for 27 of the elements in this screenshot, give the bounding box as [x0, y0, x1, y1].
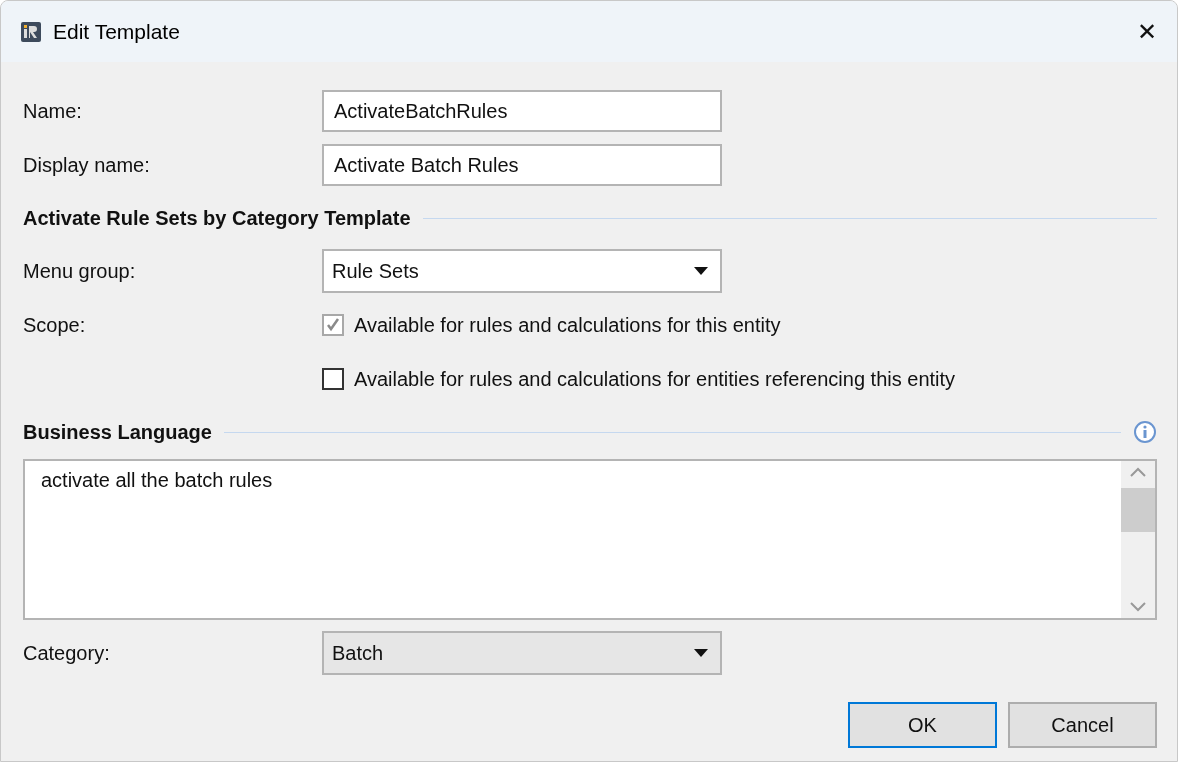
field-label: Scope:	[23, 313, 87, 337]
input-field[interactable]: ActivateBatchRules	[322, 90, 722, 132]
field-label: Menu group:	[23, 259, 137, 283]
text-area-content: activate all the batch rules	[40, 468, 274, 493]
window-title: Edit Template	[53, 19, 180, 44]
scrollbar-thumb[interactable]	[1121, 487, 1155, 532]
dropdown[interactable]: Batch	[322, 631, 722, 675]
input-field[interactable]: Activate Batch Rules	[322, 144, 722, 186]
dropdown-arrow-icon	[694, 649, 708, 657]
text-area[interactable]: activate all the batch rules	[23, 459, 1157, 620]
chevron-down-icon[interactable]	[1130, 602, 1146, 612]
cancel-button[interactable]: Cancel	[1008, 702, 1157, 748]
section-title: Activate Rule Sets by Category Template	[23, 206, 411, 230]
field-label: Display name:	[23, 153, 151, 177]
field-label: Name:	[23, 99, 83, 123]
close-button[interactable]: ✕	[1117, 1, 1177, 62]
ok-button[interactable]: OK	[848, 702, 997, 748]
dropdown-arrow-icon	[694, 267, 708, 275]
dropdown[interactable]: Rule Sets	[322, 249, 722, 293]
checkmark-icon	[326, 318, 340, 332]
chevron-up-icon[interactable]	[1130, 467, 1146, 477]
app-logo-icon	[21, 21, 41, 42]
info-icon[interactable]	[1133, 420, 1157, 444]
field-label: Category:	[23, 641, 111, 665]
section-title: Business Language	[23, 420, 212, 444]
checkbox[interactable]: Available for rules and calculations for entities referencing this entity	[322, 367, 1157, 391]
scrollbar[interactable]	[1121, 461, 1155, 618]
